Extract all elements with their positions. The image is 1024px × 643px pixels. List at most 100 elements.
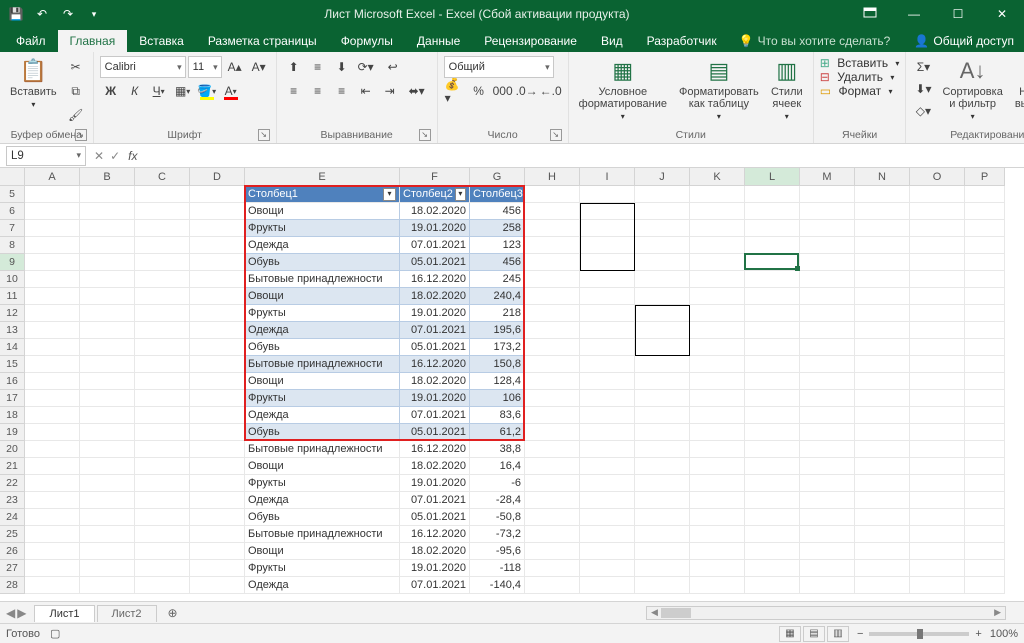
cell[interactable] [800,237,855,254]
column-header-L[interactable]: L [745,168,800,185]
italic-button[interactable]: К [124,80,146,102]
tab-data[interactable]: Данные [405,30,472,52]
cell[interactable] [525,186,580,203]
cell[interactable]: 195,6 [470,322,525,339]
cell[interactable] [525,560,580,577]
cell[interactable] [965,458,1005,475]
cell[interactable] [745,526,800,543]
cell[interactable] [525,424,580,441]
cell[interactable] [800,288,855,305]
tell-me[interactable]: 💡Что вы хотите сделать? [729,30,901,52]
row-header-11[interactable]: 11 [0,288,25,305]
tab-insert[interactable]: Вставка [127,30,196,52]
column-header-K[interactable]: K [690,168,745,185]
cell[interactable] [965,339,1005,356]
cell[interactable]: -73,2 [470,526,525,543]
cell[interactable] [910,220,965,237]
clipboard-dialog-launcher[interactable]: ↘ [75,129,87,141]
cell[interactable]: -6 [470,475,525,492]
cell[interactable] [25,220,80,237]
cell[interactable] [190,560,245,577]
cell[interactable] [190,424,245,441]
find-select-button[interactable]: 🔍Найти и выделить▾ [1011,56,1024,123]
cell[interactable] [580,492,635,509]
cell[interactable] [745,560,800,577]
cancel-formula-icon[interactable]: ✕ [94,149,104,163]
cell[interactable] [80,356,135,373]
row-header-17[interactable]: 17 [0,390,25,407]
cell[interactable] [965,203,1005,220]
cell[interactable] [80,322,135,339]
cell[interactable] [25,475,80,492]
cell[interactable] [965,543,1005,560]
cell[interactable] [745,356,800,373]
cell[interactable] [525,458,580,475]
cell[interactable] [580,509,635,526]
underline-button[interactable]: Ч▾ [148,80,170,102]
cell[interactable] [580,390,635,407]
filter-button[interactable]: ▾ [455,188,466,201]
number-format-combo[interactable]: Общий [444,56,554,78]
cell[interactable] [580,339,635,356]
cell[interactable] [910,509,965,526]
cell[interactable]: -95,6 [470,543,525,560]
cell[interactable] [910,339,965,356]
filter-button[interactable]: ▾ [383,188,396,201]
cell[interactable] [190,526,245,543]
cell[interactable]: 16.12.2020 [400,526,470,543]
cell[interactable] [910,577,965,594]
cell[interactable] [135,271,190,288]
align-bottom-button[interactable]: ⬇ [331,56,353,78]
cell[interactable] [690,339,745,356]
cell[interactable] [135,220,190,237]
cell[interactable] [855,424,910,441]
select-all-corner[interactable] [0,168,25,186]
sheet-tab-2[interactable]: Лист2 [97,605,157,622]
row-header-26[interactable]: 26 [0,543,25,560]
cell[interactable] [800,577,855,594]
cell[interactable]: 18.02.2020 [400,543,470,560]
cell[interactable]: 61,2 [470,424,525,441]
cell[interactable] [855,186,910,203]
cell[interactable] [80,390,135,407]
cell[interactable] [965,407,1005,424]
cell[interactable] [25,543,80,560]
cell[interactable] [525,509,580,526]
cell[interactable]: Одежда [245,322,400,339]
cell[interactable] [690,271,745,288]
cell[interactable]: 150,8 [470,356,525,373]
cell[interactable] [745,407,800,424]
cell[interactable] [580,322,635,339]
cell[interactable] [800,356,855,373]
cell[interactable] [635,339,690,356]
cell[interactable] [745,543,800,560]
cell[interactable] [135,577,190,594]
cell[interactable] [690,288,745,305]
cell[interactable] [580,186,635,203]
cell[interactable] [135,254,190,271]
cell[interactable] [635,373,690,390]
cell[interactable] [965,254,1005,271]
cell[interactable]: 16.12.2020 [400,356,470,373]
cell[interactable] [25,288,80,305]
cell[interactable] [580,305,635,322]
cell[interactable] [635,560,690,577]
cell[interactable] [580,271,635,288]
cell[interactable] [745,237,800,254]
cell[interactable] [80,254,135,271]
cell[interactable] [25,271,80,288]
zoom-level[interactable]: 100% [990,628,1018,640]
cell[interactable]: 19.01.2020 [400,220,470,237]
cell[interactable] [910,441,965,458]
cell[interactable] [525,390,580,407]
cell[interactable] [135,203,190,220]
cell[interactable] [580,560,635,577]
cell[interactable] [745,441,800,458]
cell[interactable] [910,254,965,271]
cell[interactable] [190,390,245,407]
cell[interactable]: Бытовые принадлежности [245,441,400,458]
cell[interactable] [910,237,965,254]
cell[interactable]: 218 [470,305,525,322]
cell[interactable]: 07.01.2021 [400,407,470,424]
cell[interactable] [635,407,690,424]
